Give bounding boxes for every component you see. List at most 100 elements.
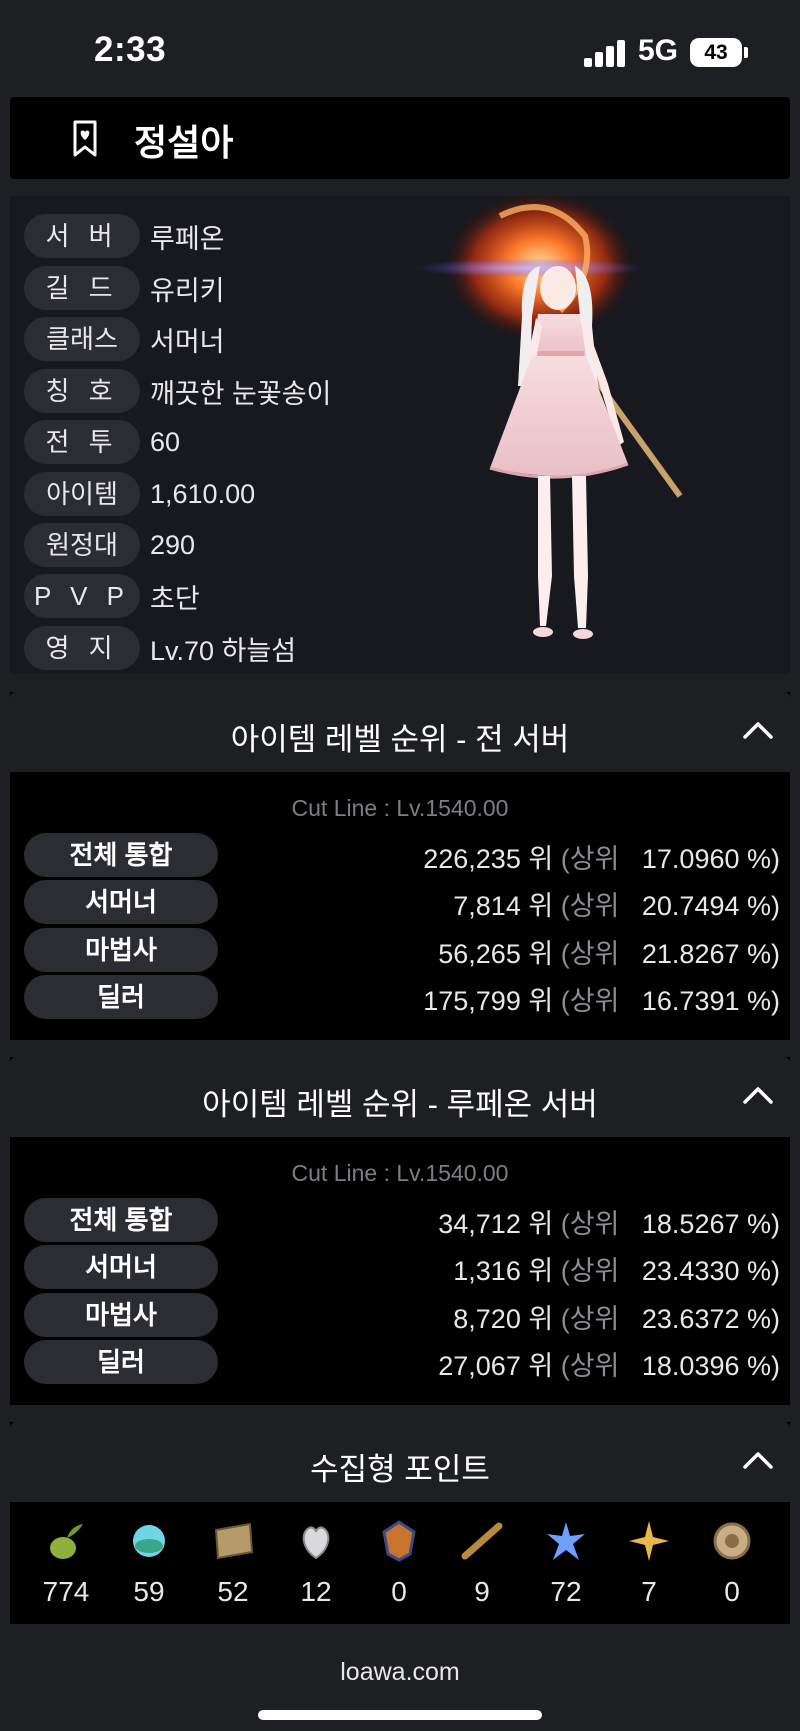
info-label-combat: 전 투	[24, 420, 140, 464]
info-row-item-level: 아이템 1,610.00	[24, 472, 255, 516]
rank-row: 딜러 175,799 위 (상위 16.7391 %)	[24, 975, 780, 1019]
rank-value: 56,265 위 (상위 21.8267 %)	[438, 939, 780, 969]
info-row-roster: 원정대 290	[24, 523, 195, 567]
rank-value: 175,799 위 (상위 16.7391 %)	[423, 986, 780, 1016]
info-label-title: 칭 호	[24, 369, 140, 413]
rank-row: 전체 통합 34,712 위 (상위 18.5267 %)	[24, 1198, 780, 1242]
rank-value: 226,235 위 (상위 17.0960 %)	[423, 844, 780, 874]
rank-row: 딜러 27,067 위 (상위 18.0396 %)	[24, 1340, 780, 1384]
cutline-text: Cut Line : Lv.1540.00	[291, 795, 509, 821]
collectible-art: 52	[193, 1518, 273, 1608]
collectible-mokoko: 774	[26, 1518, 106, 1608]
ranking-server-panel: 아이템 레벨 순위 - 루페온 서버 Cut Line : Lv.1540.00…	[10, 1057, 790, 1405]
rank-value: 8,720 위 (상위 23.6372 %)	[453, 1304, 780, 1334]
cutline-text: Cut Line : Lv.1540.00	[291, 1160, 509, 1186]
rank-label: 딜러	[24, 975, 218, 1019]
giant-heart-icon	[302, 1526, 330, 1560]
info-label-estate: 영 지	[24, 626, 140, 670]
collectible-telescope: 9	[442, 1518, 522, 1608]
collectible-ignea: 0	[359, 1518, 439, 1608]
world-tree-leaf-icon	[547, 1522, 585, 1560]
collectible-count: 59	[133, 1576, 165, 1607]
orb-of-masterpiece-icon	[713, 1522, 751, 1560]
battery-icon: 43	[690, 38, 742, 67]
collectible-count: 52	[217, 1576, 249, 1607]
rank-label: 전체 통합	[24, 1198, 218, 1242]
ignea-token-icon	[382, 1520, 416, 1562]
collectible-count: 9	[474, 1576, 490, 1607]
network-type: 5G	[638, 34, 679, 67]
island-heart-icon	[133, 1525, 165, 1557]
info-row-combat: 전 투 60	[24, 420, 180, 464]
cellular-signal-icon	[584, 40, 626, 67]
collectible-leaf: 72	[526, 1518, 606, 1608]
chevron-up-icon[interactable]	[742, 1083, 774, 1107]
collectible-count: 0	[724, 1576, 740, 1607]
rank-label: 마법사	[24, 928, 218, 972]
collectible-orb: 0	[692, 1518, 772, 1608]
adventure-telescope-icon	[461, 1522, 503, 1560]
info-label-pvp: P V P	[24, 574, 140, 618]
battery-tip	[744, 47, 748, 58]
collectibles-header[interactable]: 수집형 포인트	[10, 1422, 790, 1502]
info-label-item-level: 아이템	[24, 472, 140, 516]
collectibles-panel: 수집형 포인트	[10, 1422, 790, 1502]
rank-row: 마법사 56,265 위 (상위 21.8267 %)	[24, 928, 780, 972]
orpheus-star-icon	[629, 1521, 669, 1561]
ranking-all-servers-title: 아이템 레벨 순위 - 전 서버	[230, 722, 570, 757]
info-row-class: 클래스 서머너	[24, 317, 225, 361]
rank-value: 27,067 위 (상위 18.0396 %)	[438, 1351, 780, 1381]
character-name: 정설아	[134, 122, 234, 163]
collectible-count: 774	[42, 1576, 90, 1607]
rank-value: 34,712 위 (상위 18.5267 %)	[438, 1209, 780, 1239]
home-indicator[interactable]	[258, 1710, 542, 1720]
chevron-up-icon[interactable]	[742, 718, 774, 742]
character-image	[415, 196, 683, 639]
ranking-all-servers-header[interactable]: 아이템 레벨 순위 - 전 서버	[10, 692, 790, 772]
profile-card: 서 버 루페온 길 드 유리키 클래스 서머너 칭 호 깨끗한 눈꽃송이 전 투…	[10, 196, 790, 674]
rank-label: 서머너	[24, 1245, 218, 1289]
info-row-server: 서 버 루페온	[24, 214, 225, 258]
info-value-estate: Lv.70 하늘섬	[150, 635, 297, 666]
info-row-pvp: P V P 초단	[24, 574, 200, 618]
collectible-count: 12	[300, 1576, 332, 1607]
info-label-server: 서 버	[24, 214, 140, 258]
rank-row: 서머너 7,814 위 (상위 20.7494 %)	[24, 880, 780, 924]
info-label-class: 클래스	[24, 317, 140, 361]
info-value-roster: 290	[150, 529, 196, 560]
info-value-title: 깨끗한 눈꽃송이	[150, 378, 332, 409]
bookmark-icon[interactable]	[62, 119, 108, 159]
collectible-count: 7	[641, 1576, 657, 1607]
info-value-combat: 60	[150, 426, 181, 457]
info-label-guild: 길 드	[24, 266, 140, 310]
info-value-pvp: 초단	[150, 583, 200, 614]
rank-label: 전체 통합	[24, 833, 218, 877]
character-header: 정설아	[10, 97, 790, 179]
info-value-server: 루페온	[150, 223, 225, 254]
collectible-island-heart: 59	[109, 1518, 189, 1608]
info-row-title: 칭 호 깨끗한 눈꽃송이	[24, 369, 331, 413]
rank-value: 7,814 위 (상위 20.7494 %)	[453, 891, 780, 921]
collectible-count: 0	[391, 1576, 407, 1607]
collectible-count: 72	[550, 1576, 582, 1607]
status-time: 2:33	[94, 30, 167, 69]
info-row-guild: 길 드 유리키	[24, 266, 225, 310]
collectibles-title: 수집형 포인트	[310, 1452, 490, 1487]
info-row-estate: 영 지 Lv.70 하늘섬	[24, 626, 296, 670]
rank-row: 서머너 1,316 위 (상위 23.4330 %)	[24, 1245, 780, 1289]
ranking-all-servers-panel: 아이템 레벨 순위 - 전 서버 Cut Line : Lv.1540.00 전…	[10, 692, 790, 1040]
collectible-star: 7	[609, 1518, 689, 1608]
rank-row: 전체 통합 226,235 위 (상위 17.0960 %)	[24, 833, 780, 877]
collectible-giant-heart: 12	[276, 1518, 356, 1608]
info-value-item-level: 1,610.00	[150, 478, 256, 509]
mokoko-seed-icon	[50, 1524, 83, 1559]
info-value-class: 서머너	[150, 326, 225, 357]
chevron-up-icon[interactable]	[742, 1448, 774, 1472]
rank-value: 1,316 위 (상위 23.4330 %)	[453, 1256, 780, 1286]
ranking-server-header[interactable]: 아이템 레벨 순위 - 루페온 서버	[10, 1057, 790, 1137]
info-value-guild: 유리키	[150, 275, 225, 306]
collectibles-list: 774 59 52 12 0 9 72 7 0	[10, 1502, 790, 1624]
info-label-roster: 원정대	[24, 523, 140, 567]
art-icon	[214, 1522, 254, 1560]
url-bar[interactable]: loawa.com	[0, 1658, 800, 1687]
